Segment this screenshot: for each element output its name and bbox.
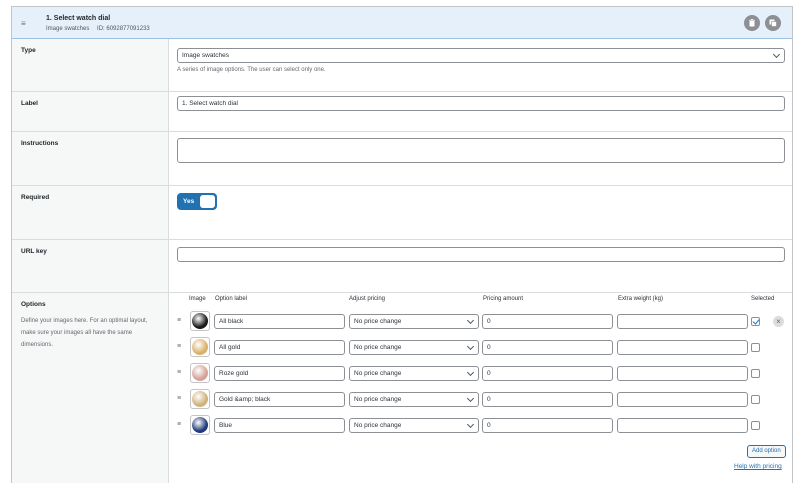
option-swatch-image[interactable] xyxy=(190,337,210,357)
extra-weight-input[interactable] xyxy=(617,314,748,329)
options-description: Define your images here. For an optimal … xyxy=(21,318,148,348)
selected-checkbox[interactable] xyxy=(751,421,760,430)
url-key-label: URL key xyxy=(21,248,47,255)
col-header-pricing-amount: Pricing amount xyxy=(483,296,524,302)
pricing-amount-input[interactable]: 0 xyxy=(482,366,613,381)
col-header-image: Image xyxy=(189,296,206,302)
adjust-pricing-select[interactable]: No price change xyxy=(349,340,479,355)
option-drag-handle-icon[interactable]: ≡ xyxy=(177,369,181,376)
watch-dial-image xyxy=(192,339,208,355)
required-label: Required xyxy=(21,194,50,201)
help-with-pricing-link[interactable]: Help with pricing xyxy=(734,463,782,470)
extra-weight-input[interactable] xyxy=(617,418,748,433)
pricing-amount-input[interactable]: 0 xyxy=(482,314,613,329)
option-label-input[interactable]: All gold xyxy=(214,340,345,355)
watch-dial-image xyxy=(192,391,208,407)
option-label-input[interactable]: Gold &amp; black xyxy=(214,392,345,407)
watch-dial-image xyxy=(192,313,208,329)
options-label: Options xyxy=(21,301,46,308)
instructions-textarea[interactable] xyxy=(177,138,785,163)
type-select[interactable]: Image swatches xyxy=(177,48,785,63)
url-key-row: URL key xyxy=(12,240,792,293)
toggle-yes-text: Yes xyxy=(183,198,195,205)
adjust-pricing-select[interactable]: No price change xyxy=(349,366,479,381)
option-swatch-image[interactable] xyxy=(190,311,210,331)
col-header-adjust-pricing: Adjust pricing xyxy=(349,296,386,302)
type-row: Type Image swatches A series of image op… xyxy=(12,39,792,92)
extra-weight-input[interactable] xyxy=(617,392,748,407)
remove-option-icon[interactable]: × xyxy=(773,316,784,327)
pricing-amount-input[interactable]: 0 xyxy=(482,392,613,407)
label-label: Label xyxy=(21,100,38,107)
option-label-input[interactable]: Roze gold xyxy=(214,366,345,381)
col-header-extra-weight: Extra weight (kg) xyxy=(618,296,664,302)
required-row: Required Yes xyxy=(12,186,792,240)
selected-checkbox[interactable] xyxy=(751,395,760,404)
toggle-knob xyxy=(200,195,215,208)
add-option-button[interactable]: Add option xyxy=(747,445,786,458)
option-drag-handle-icon[interactable]: ≡ xyxy=(177,317,181,324)
option-swatch-image[interactable] xyxy=(190,363,210,383)
extra-weight-input[interactable] xyxy=(617,340,748,355)
field-editor-panel: ≡ 1. Select watch dial Image swatches ID… xyxy=(11,6,793,483)
field-title: 1. Select watch dial xyxy=(46,15,111,22)
type-help: A series of image options. The user can … xyxy=(177,67,326,73)
adjust-pricing-select[interactable]: No price change xyxy=(349,392,479,407)
field-header[interactable]: ≡ 1. Select watch dial Image swatches ID… xyxy=(12,7,792,39)
option-swatch-image[interactable] xyxy=(190,389,210,409)
type-label: Type xyxy=(21,47,36,54)
selected-checkbox[interactable] xyxy=(751,317,760,326)
copy-icon xyxy=(769,19,777,27)
trash-icon xyxy=(749,19,755,27)
col-header-selected: Selected xyxy=(751,296,775,302)
col-header-option-label: Option label xyxy=(215,296,248,302)
field-subtitle: Image swatches ID: 6092877091233 xyxy=(46,26,156,32)
extra-weight-input[interactable] xyxy=(617,366,748,381)
field-id-text: ID: 6092877091233 xyxy=(97,26,150,32)
option-drag-handle-icon[interactable]: ≡ xyxy=(177,343,181,350)
url-key-input[interactable] xyxy=(177,247,785,262)
option-label-input[interactable]: Blue xyxy=(214,418,345,433)
option-swatch-image[interactable] xyxy=(190,415,210,435)
delete-button[interactable] xyxy=(744,15,760,31)
instructions-label: Instructions xyxy=(21,140,59,147)
selected-checkbox[interactable] xyxy=(751,369,760,378)
watch-dial-image xyxy=(192,365,208,381)
option-drag-handle-icon[interactable]: ≡ xyxy=(177,421,181,428)
watch-dial-image xyxy=(192,417,208,433)
option-label-input[interactable]: All black xyxy=(214,314,345,329)
adjust-pricing-select[interactable]: No price change xyxy=(349,418,479,433)
pricing-amount-input[interactable]: 0 xyxy=(482,340,613,355)
adjust-pricing-select[interactable]: No price change xyxy=(349,314,479,329)
instructions-row: Instructions xyxy=(12,132,792,186)
required-toggle[interactable]: Yes xyxy=(177,193,217,210)
field-type-text: Image swatches xyxy=(46,26,90,32)
option-drag-handle-icon[interactable]: ≡ xyxy=(177,395,181,402)
pricing-amount-input[interactable]: 0 xyxy=(482,418,613,433)
label-row: Label 1. Select watch dial xyxy=(12,92,792,132)
duplicate-button[interactable] xyxy=(765,15,781,31)
selected-checkbox[interactable] xyxy=(751,343,760,352)
drag-handle-icon[interactable]: ≡ xyxy=(21,19,26,28)
label-input[interactable]: 1. Select watch dial xyxy=(177,96,785,111)
